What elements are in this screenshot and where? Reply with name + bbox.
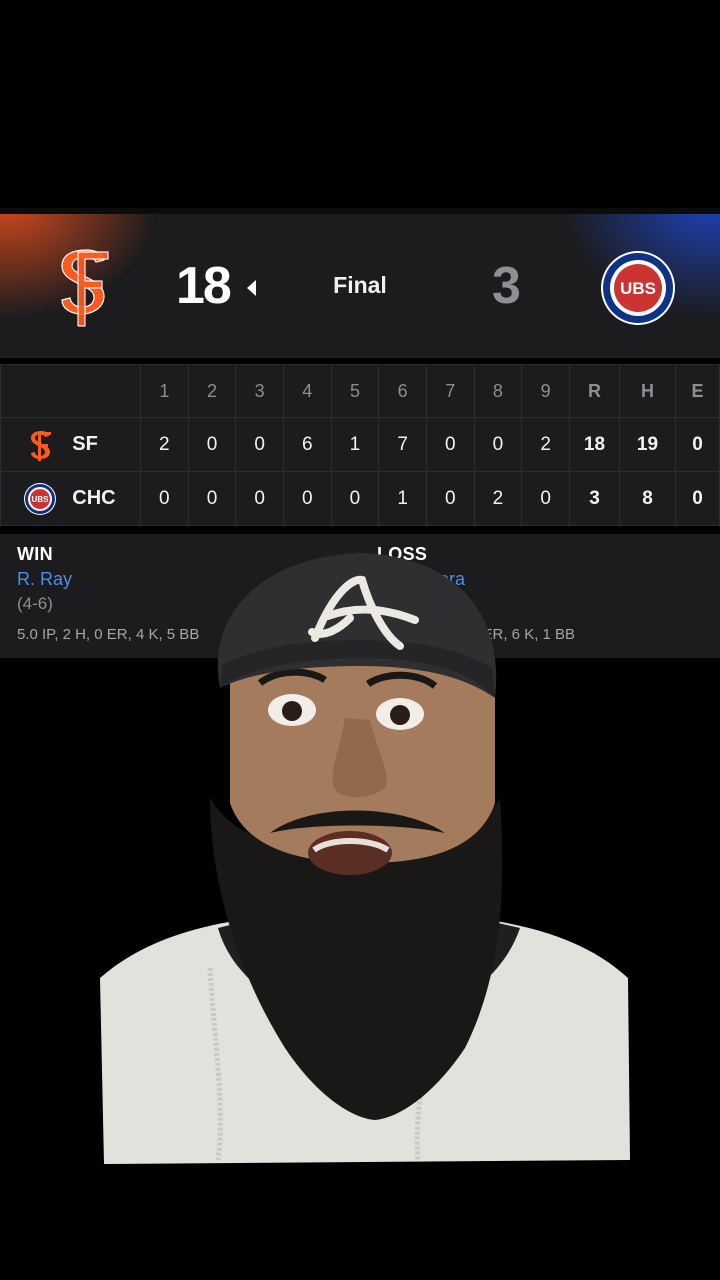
inning-score: 0 [425, 471, 475, 526]
box-score-table: 1 2 3 4 5 6 7 8 9 R H E SF 2 0 0 6 1 7 0… [0, 364, 720, 526]
errors-total: 0 [675, 471, 720, 526]
runs-total: 18 [569, 417, 620, 472]
cubs-logo-icon: UBS [601, 251, 675, 325]
runs-header: R [569, 364, 620, 418]
team-cell-chc[interactable]: UBS CHC [0, 471, 141, 526]
caret-left-icon [247, 280, 256, 296]
box-score-header-row: 1 2 3 4 5 6 7 8 9 R H E [0, 364, 720, 418]
inning-score: 2 [473, 471, 523, 526]
hits-header: H [619, 364, 676, 418]
inning-score: 2 [521, 417, 570, 472]
giants-sf-logo-icon [61, 249, 109, 327]
inning-header: 7 [425, 364, 475, 418]
runs-total: 3 [569, 471, 620, 526]
team-abbreviation: CHC [72, 487, 116, 509]
team-cell-sf[interactable]: SF [0, 417, 141, 472]
inning-header: 3 [235, 364, 284, 418]
inning-header: 2 [187, 364, 237, 418]
svg-text:UBS: UBS [620, 279, 656, 298]
inning-score: 0 [282, 471, 332, 526]
inning-score: 0 [187, 471, 237, 526]
away-team-score: 18 [176, 257, 232, 315]
home-team-score: 3 [492, 257, 521, 315]
header-top-bar [0, 208, 720, 214]
svg-text:UBS: UBS [32, 495, 50, 504]
table-row-chc[interactable]: UBS CHC 0 0 0 0 0 1 0 2 0 3 8 0 [0, 471, 720, 526]
inning-header: 1 [140, 364, 189, 418]
inning-header: 8 [473, 364, 523, 418]
inning-score: 0 [425, 417, 475, 472]
inning-score: 1 [378, 471, 427, 526]
inning-score: 0 [187, 417, 237, 472]
hits-total: 19 [619, 417, 676, 472]
inning-header: 5 [330, 364, 380, 418]
inning-score: 0 [235, 471, 284, 526]
inning-header: 9 [521, 364, 570, 418]
errors-header: E [675, 364, 720, 418]
game-status: Final [333, 272, 387, 298]
team-header-cell [0, 364, 141, 418]
inning-score: 2 [140, 417, 189, 472]
hits-total: 8 [619, 471, 676, 526]
inning-score: 0 [140, 471, 189, 526]
inning-score: 0 [330, 471, 380, 526]
inning-score: 0 [235, 417, 284, 472]
inning-header: 4 [282, 364, 332, 418]
cubs-logo-icon: UBS [24, 482, 56, 515]
inning-score: 7 [378, 417, 427, 472]
inning-score: 0 [521, 471, 570, 526]
inning-score: 0 [473, 417, 523, 472]
score-header[interactable]: 18 Final 3 UBS [0, 208, 720, 358]
inning-score: 6 [282, 417, 332, 472]
table-row-sf[interactable]: SF 2 0 0 6 1 7 0 0 2 18 19 0 [0, 417, 720, 472]
person-overlay-image [100, 553, 630, 1164]
inning-header: 6 [378, 364, 427, 418]
errors-total: 0 [675, 417, 720, 472]
inning-score: 1 [330, 417, 380, 472]
giants-sf-logo-icon [31, 430, 51, 461]
team-abbreviation: SF [72, 433, 98, 455]
